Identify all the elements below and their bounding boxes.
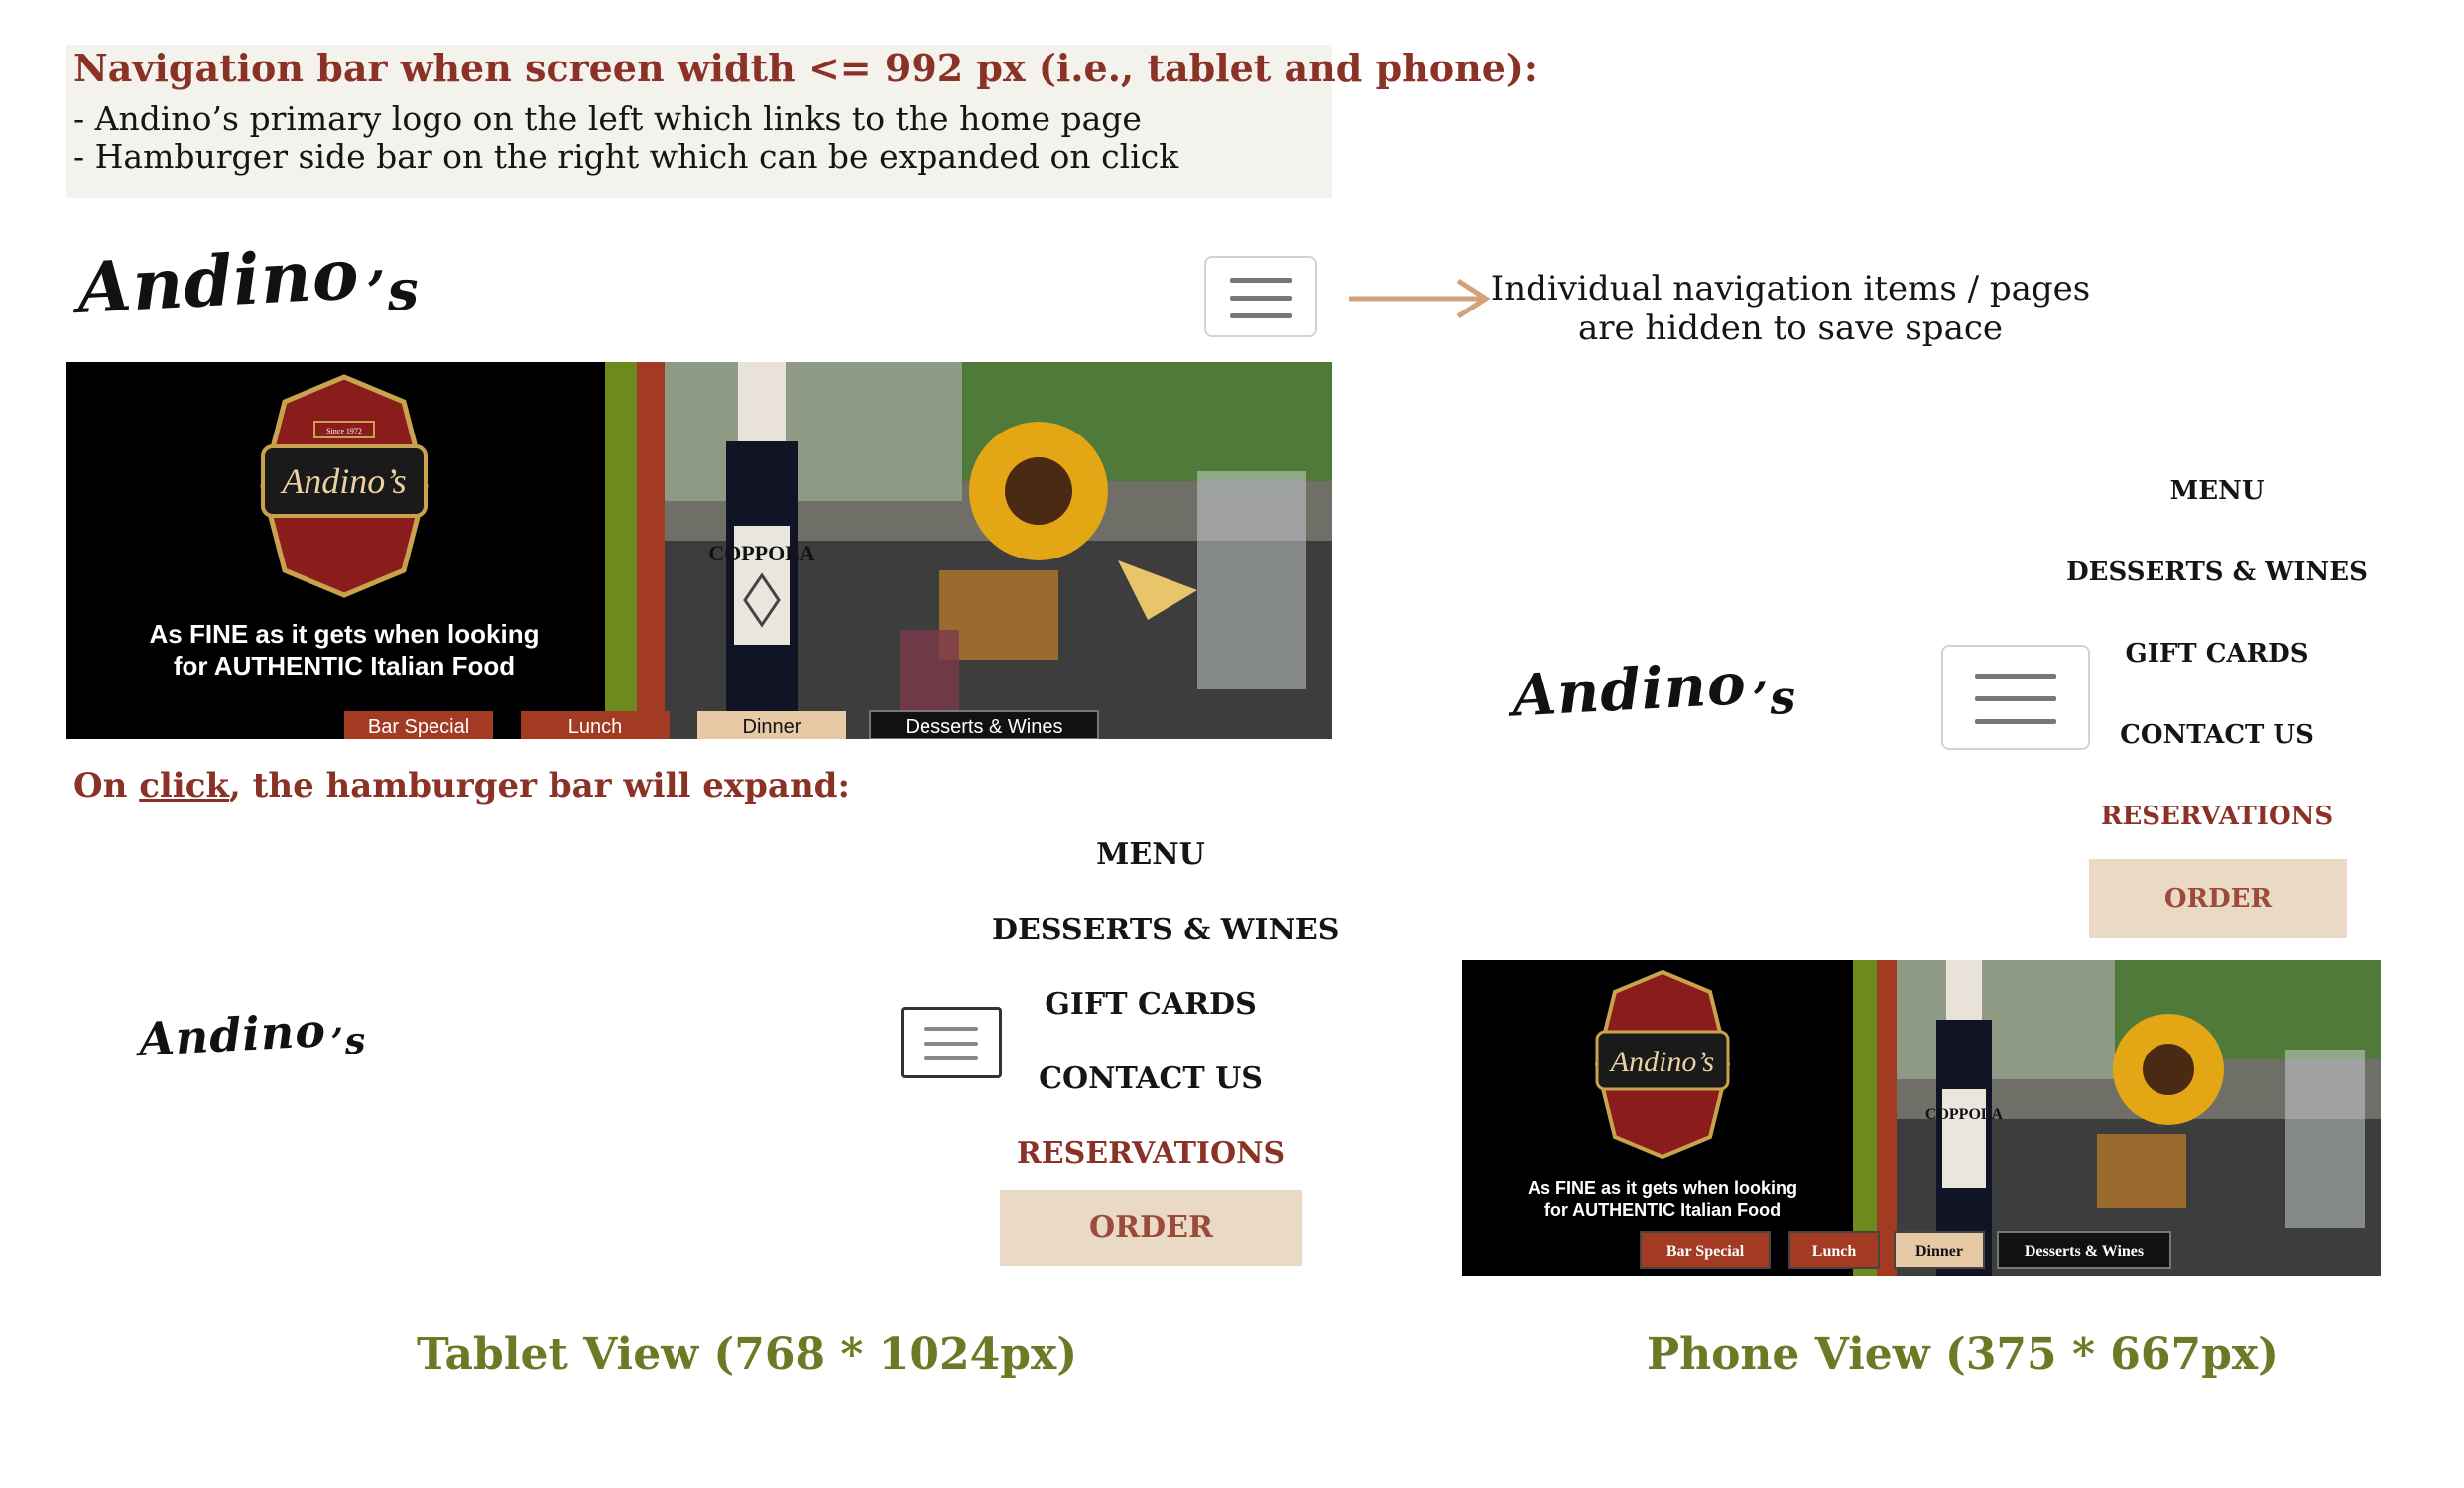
badge-name: Andino’s [280,461,406,501]
hero-tab-lunch-label: Lunch [568,716,623,738]
hero-tagline-2: for AUTHENTIC Italian Food [174,651,515,681]
phone-andinos-badge: Andino’s [1594,969,1731,1160]
description-line-logo: - Andino’s primary logo on the left whic… [73,99,1142,138]
phone-hero-tab-lunch-label: Lunch [1812,1243,1857,1260]
phone-nav-contact-us[interactable]: CONTACT US [2063,720,2371,750]
hero-tab-bar-special-label: Bar Special [368,716,469,738]
tablet-expanded-logo[interactable]: Andino’s [138,1001,368,1066]
tablet-nav-desserts-wines[interactable]: DESSERTS & WINES [992,913,1339,947]
phone-bottle-label-brand: COPPOLA [1925,1106,2004,1123]
arrow-icon [1349,278,1491,319]
phone-logo[interactable]: Andino’s [1510,648,1797,729]
tablet-nav-contact-us[interactable]: CONTACT US [992,1061,1309,1096]
phone-order-button[interactable]: ORDER [2089,859,2347,938]
phone-hero-tab-desserts-label: Desserts & Wines [2025,1243,2144,1260]
tablet-expanded-hamburger-button[interactable] [901,1007,1002,1078]
annotation-line-2: are hidden to save space [1577,309,2004,348]
tablet-hero-banner: COPPOLA Since 1972 Andino’s As FINE as i… [66,362,1332,739]
tablet-hamburger-button[interactable] [1204,256,1317,337]
hero-tagline-1: As FINE as it gets when looking [150,619,540,649]
phone-nav-gift-cards[interactable]: GIFT CARDS [2063,639,2371,669]
andinos-badge: Since 1972 Andino’s [260,374,429,598]
annotation-line-1: Individual navigation items / pages [1490,269,2091,309]
tablet-logo[interactable]: Andino’s [75,229,422,329]
phone-nav-desserts-wines[interactable]: DESSERTS & WINES [2063,558,2371,587]
phone-badge-name: Andino’s [1609,1046,1714,1078]
description-line-hamburger: - Hamburger side bar on the right which … [73,137,1179,176]
tablet-nav-menu[interactable]: MENU [992,837,1309,872]
tablet-nav-reservations[interactable]: RESERVATIONS [992,1136,1309,1171]
bottle-label-brand: COPPOLA [708,541,815,565]
phone-hero-tab-bar-special-label: Bar Special [1666,1243,1745,1260]
hero-tab-dinner-label: Dinner [743,716,801,738]
expand-caption: On click, the hamburger bar will expand: [73,766,850,806]
phone-hero-tab-dinner-label: Dinner [1915,1243,1963,1260]
hero-image: COPPOLA Since 1972 Andino’s As FINE as i… [66,362,1332,739]
phone-hero-tagline-1: As FINE as it gets when looking [1528,1178,1797,1198]
phone-hero-banner: COPPOLA Andino’s As FINE as it gets when… [1462,960,2381,1276]
click-link[interactable]: click [139,766,229,806]
tablet-order-button[interactable]: ORDER [1000,1190,1302,1266]
badge-since: Since 1972 [326,427,362,435]
hero-tab-desserts-label: Desserts & Wines [906,716,1063,738]
tablet-view-label: Tablet View (768 * 1024px) [417,1329,1078,1380]
phone-hero-tagline-2: for AUTHENTIC Italian Food [1544,1200,1781,1220]
tablet-nav-gift-cards[interactable]: GIFT CARDS [992,987,1309,1022]
phone-view-label: Phone View (375 * 667px) [1647,1329,2279,1380]
description-title: Navigation bar when screen width <= 992 … [73,46,1538,90]
phone-nav-reservations[interactable]: RESERVATIONS [2063,802,2371,831]
phone-nav-menu[interactable]: MENU [2063,476,2371,506]
phone-hero-image: COPPOLA Andino’s As FINE as it gets when… [1462,960,2381,1276]
